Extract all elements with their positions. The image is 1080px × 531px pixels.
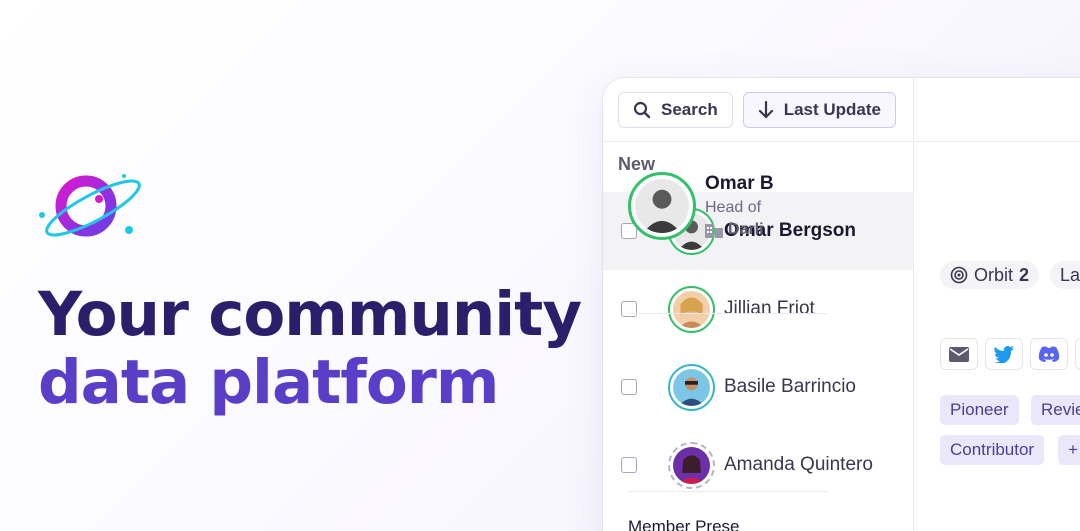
avatar [668,441,715,489]
sort-button-label: Last Update [783,99,881,119]
detail-member-title: Head of [705,199,762,216]
tag-chip[interactable]: Pioneer [940,395,1019,425]
twitter-icon [994,345,1014,363]
orbit-level-icon [950,266,968,284]
avatar [668,285,715,333]
member-list-pane: Search Last Update New Omar Bergson Jill… [603,78,914,531]
search-button-label: Search [661,99,718,119]
detail-header [915,78,1080,142]
member-presence-heading: Member Prese [628,517,740,531]
search-button[interactable]: Search [618,91,733,128]
member-checkbox[interactable] [621,379,637,395]
sort-last-update-button[interactable]: Last Update [742,91,896,128]
tag-chip[interactable]: Contributor [940,435,1045,465]
detail-divider [628,491,828,492]
more-tags-chip[interactable]: + [1058,435,1080,465]
orbit-level-pill: Orbit 2 [940,261,1040,289]
orbit-label: Orbit [974,264,1014,285]
member-checkbox[interactable] [621,457,637,473]
headline-line-1: Your community [38,279,582,350]
last-activity-pill: La [1050,261,1080,289]
member-row[interactable]: Basile Barrincio [603,348,913,426]
detail-divider [628,313,828,314]
avatar [668,363,715,411]
mail-icon [949,346,969,362]
member-name: Jillian Friot [724,298,815,319]
search-icon [633,101,651,118]
hero-headline: Your community data platform [38,279,582,418]
app-window: Search Last Update New Omar Bergson Jill… [603,78,1080,531]
discord-button[interactable] [1030,338,1068,370]
detail-company-label: Darli [728,221,764,238]
detail-member-name: Omar B [705,173,774,194]
twitter-button[interactable] [985,338,1023,370]
arrow-down-icon [758,100,773,118]
member-name: Basile Barrincio [724,376,856,397]
last-pill-label: La [1060,264,1080,285]
member-row[interactable]: Jillian Friot [603,270,913,348]
tag-chip[interactable]: Revie [1031,395,1080,425]
detail-company[interactable]: Darli [705,221,764,239]
discord-icon [1038,346,1060,362]
member-row[interactable]: Amanda Quintero [603,426,913,504]
member-name: Amanda Quintero [724,454,873,475]
social-button[interactable] [1075,338,1080,370]
list-toolbar: Search Last Update [603,78,913,142]
email-button[interactable] [940,338,978,370]
headline-line-2: data platform [38,347,499,418]
detail-avatar [628,172,696,240]
orbit-value: 2 [1019,264,1030,285]
member-checkbox[interactable] [621,301,637,317]
orbit-logo-icon [39,174,141,237]
building-icon [705,224,723,238]
